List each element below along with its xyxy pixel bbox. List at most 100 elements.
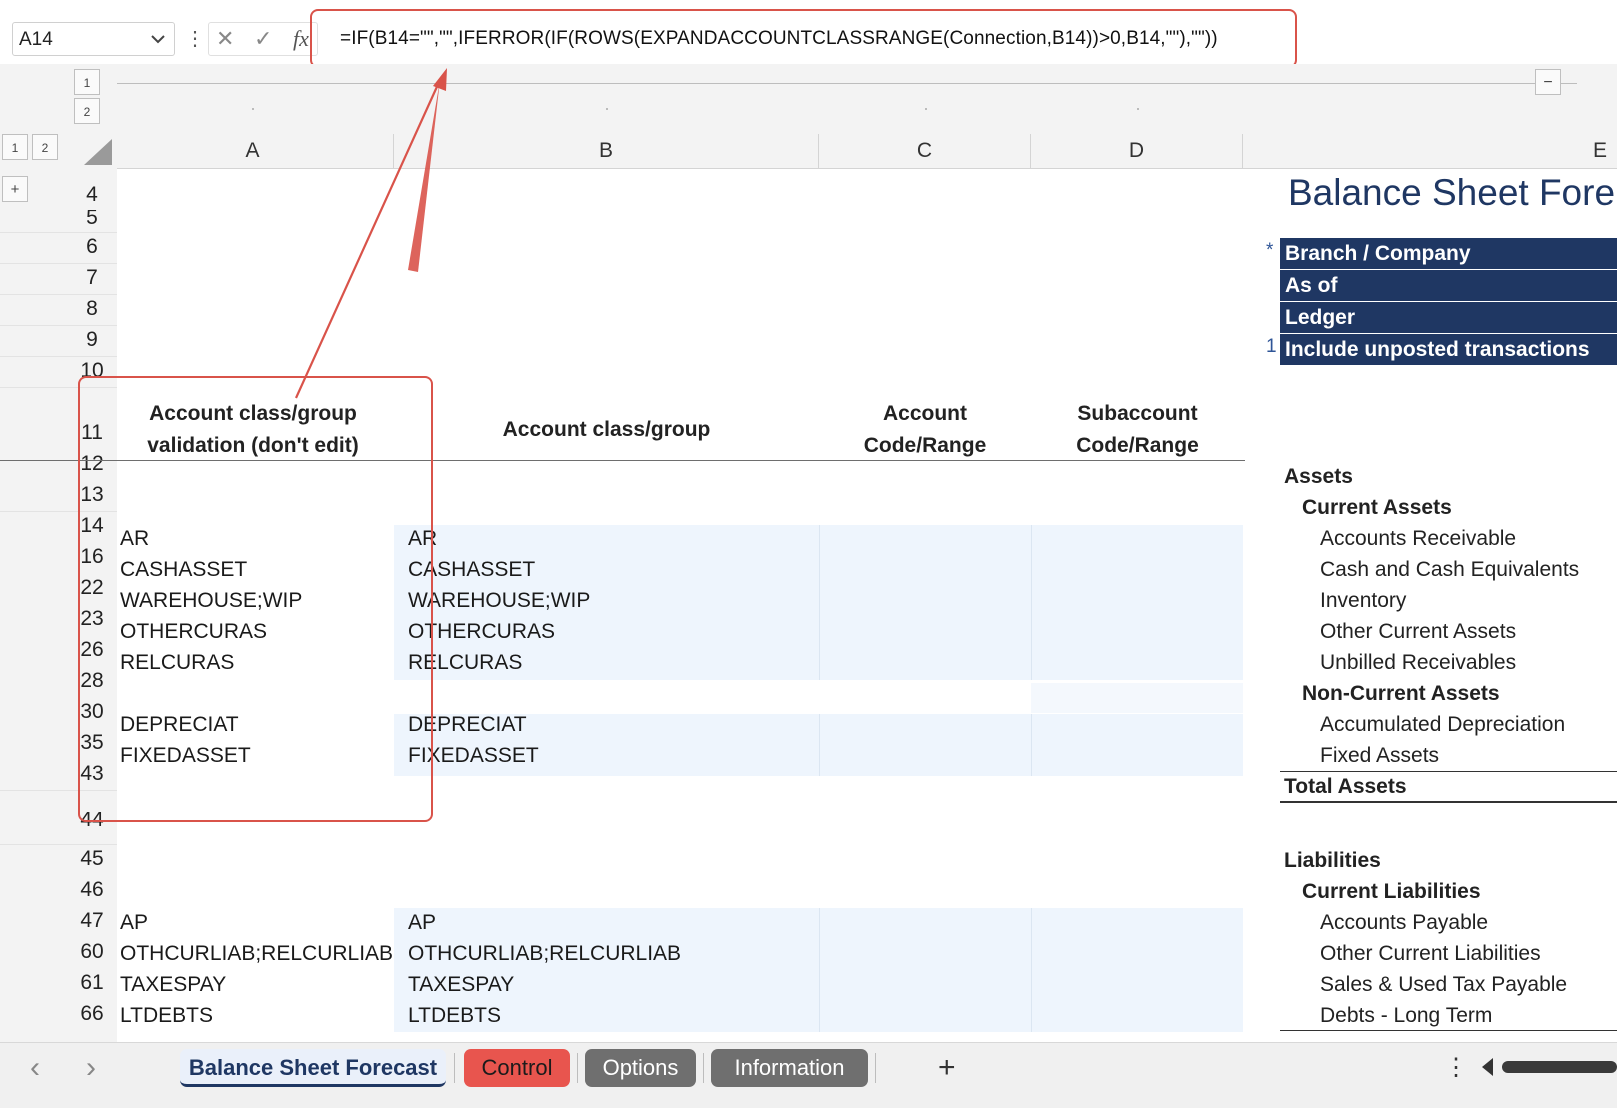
- tab-options[interactable]: Options: [585, 1049, 696, 1087]
- cell-border: [1031, 714, 1032, 776]
- tab-control[interactable]: Control: [464, 1049, 570, 1087]
- cell-b60[interactable]: OTHCURLIAB;RELCURLIAB: [408, 942, 681, 966]
- tab-balance-sheet-forecast[interactable]: Balance Sheet Forecast: [180, 1049, 446, 1087]
- column-outline-level-2[interactable]: 2: [74, 98, 100, 124]
- row-header[interactable]: 6: [70, 232, 114, 262]
- outline-dot: [925, 108, 927, 110]
- column-header-e[interactable]: E: [1243, 134, 1617, 168]
- param-unposted: Include unposted transactions: [1280, 334, 1617, 365]
- unposted-flag-value: 1: [1266, 336, 1277, 357]
- cell-border: [819, 908, 820, 1032]
- select-all-corner[interactable]: [84, 139, 112, 165]
- tab-divider: [703, 1053, 704, 1083]
- required-marker: *: [1266, 240, 1274, 261]
- line-item: Other Current Liabilities: [1320, 942, 1541, 965]
- name-box[interactable]: A14: [12, 22, 175, 56]
- cell-border: [819, 714, 820, 776]
- row-header[interactable]: 9: [70, 325, 114, 355]
- tab-divider: [577, 1053, 578, 1083]
- section-assets: Assets: [1284, 465, 1353, 488]
- total-rule: [1280, 1030, 1617, 1031]
- more-sheets-icon[interactable]: ⋮: [1444, 1049, 1468, 1087]
- line-item: Cash and Cash Equivalents: [1320, 558, 1580, 581]
- row-header[interactable]: 66: [70, 999, 114, 1029]
- outline-dot: [252, 108, 254, 110]
- cell-a60[interactable]: OTHCURLIAB;RELCURLIAB: [120, 942, 393, 966]
- row-header[interactable]: 46: [70, 875, 114, 905]
- row-header[interactable]: 7: [70, 263, 114, 293]
- row-outline-level-2[interactable]: 2: [32, 134, 58, 160]
- cell-border: [819, 525, 820, 680]
- cell-b47[interactable]: AP: [408, 911, 436, 935]
- annotation-arrow: [294, 68, 447, 399]
- row-divider: [0, 294, 117, 295]
- row-header[interactable]: 61: [70, 968, 114, 998]
- enter-icon[interactable]: ✓: [254, 22, 272, 56]
- validation-column-highlight: [78, 376, 433, 822]
- row-header[interactable]: 5: [70, 210, 114, 226]
- line-item: Accounts Payable: [1320, 911, 1489, 934]
- line-item: Inventory: [1320, 589, 1407, 612]
- cell-b61[interactable]: TAXESPAY: [408, 973, 514, 997]
- line-item: Fixed Assets: [1320, 744, 1440, 767]
- section-liabilities: Liabilities: [1284, 849, 1381, 872]
- expand-button[interactable]: +: [2, 176, 28, 202]
- row-divider: [0, 263, 117, 264]
- subsection-current-assets: Current Assets: [1302, 496, 1452, 519]
- param-as-of: As of: [1280, 270, 1617, 301]
- name-box-value: A14: [19, 29, 53, 50]
- outline-dot: [606, 108, 608, 110]
- line-item: Debts - Long Term: [1320, 1004, 1493, 1027]
- row-header[interactable]: 4: [70, 181, 114, 209]
- prev-sheet-icon[interactable]: ‹: [30, 1049, 40, 1087]
- line-item: Accounts Receivable: [1320, 527, 1517, 550]
- header-subaccount-code: Subaccount Code/Range: [1076, 402, 1199, 457]
- line-item: Accumulated Depreciation: [1320, 713, 1566, 736]
- total-rule: [1280, 801, 1617, 803]
- row-outline-level-1[interactable]: 1: [2, 134, 28, 160]
- cell-b66[interactable]: LTDEBTS: [408, 1004, 501, 1028]
- outline-dot: [1137, 108, 1139, 110]
- total-assets: Total Assets: [1284, 775, 1407, 798]
- row-divider: [0, 325, 117, 326]
- cell-a47[interactable]: AP: [120, 911, 148, 935]
- cancel-icon[interactable]: ✕: [216, 22, 234, 56]
- tab-information[interactable]: Information: [711, 1049, 868, 1087]
- outline-area: [0, 64, 1617, 134]
- row-divider: [0, 232, 117, 233]
- param-branch: Branch / Company: [1280, 238, 1617, 269]
- subsection-current-liabilities: Current Liabilities: [1302, 880, 1481, 903]
- param-ledger: Ledger: [1280, 302, 1617, 333]
- row-header[interactable]: 8: [70, 294, 114, 324]
- scroll-left-icon[interactable]: [1482, 1058, 1493, 1076]
- row-header[interactable]: 60: [70, 937, 114, 967]
- line-item: Unbilled Receivables: [1320, 651, 1517, 674]
- row-divider: [0, 844, 117, 845]
- column-header-c[interactable]: C: [819, 134, 1031, 168]
- report-title: Balance Sheet Fore: [1288, 172, 1616, 213]
- input-band: [1031, 683, 1243, 713]
- line-item: Sales & Used Tax Payable: [1320, 973, 1568, 996]
- header-account-code: Account Code/Range: [863, 402, 987, 457]
- next-sheet-icon[interactable]: ›: [86, 1049, 96, 1087]
- row-divider: [0, 356, 117, 357]
- insert-function-icon[interactable]: fx: [293, 22, 309, 56]
- cell-border: [1031, 908, 1032, 1032]
- column-outline-level-1[interactable]: 1: [74, 69, 100, 95]
- more-options-icon[interactable]: ⋮: [185, 22, 205, 56]
- total-rule: [1280, 771, 1617, 772]
- cell-a66[interactable]: LTDEBTS: [120, 1004, 213, 1028]
- header-account-class: Account class/group: [502, 418, 711, 441]
- row-header[interactable]: 45: [70, 844, 114, 874]
- tab-divider: [875, 1053, 876, 1083]
- column-header-d[interactable]: D: [1031, 134, 1243, 168]
- add-sheet-button[interactable]: +: [938, 1049, 956, 1087]
- cell-b22[interactable]: WAREHOUSE;WIP: [408, 589, 590, 613]
- tab-divider: [454, 1053, 455, 1083]
- cell-a61[interactable]: TAXESPAY: [120, 973, 226, 997]
- line-item: Other Current Assets: [1320, 620, 1517, 643]
- collapse-button[interactable]: −: [1535, 69, 1561, 95]
- horizontal-scrollbar[interactable]: [1502, 1061, 1617, 1073]
- chevron-down-icon[interactable]: [150, 23, 166, 70]
- row-header[interactable]: 47: [70, 906, 114, 936]
